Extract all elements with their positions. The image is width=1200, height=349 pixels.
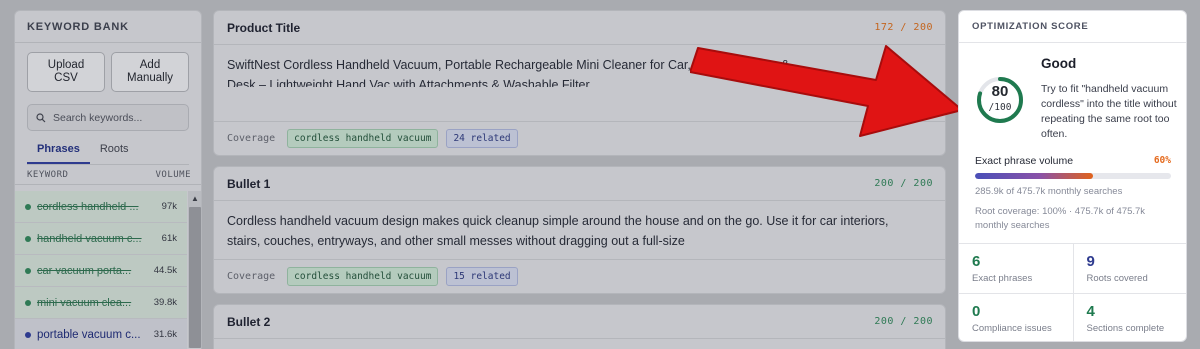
status-dot [25, 267, 31, 274]
stat-label: Compliance issues [972, 322, 1052, 334]
keyword-list: cordless handheld ... 97k handheld vacuu… [15, 191, 187, 349]
coverage-label: Coverage [227, 271, 276, 282]
stat-roots-covered: 9 Roots covered [1073, 244, 1186, 294]
scroll-thumb[interactable] [189, 207, 201, 348]
column-volume: VOLUME [155, 169, 191, 180]
stat-value: 9 [1086, 253, 1095, 270]
character-count: 200 / 200 [874, 316, 933, 327]
section-card-bullet-2: Bullet 2 200 / 200 [213, 304, 946, 349]
keyword-table-header: KEYWORD VOLUME [15, 165, 201, 185]
exact-phrase-row: Exact phrase volume 60% [975, 155, 1171, 167]
exact-phrase-bar [975, 173, 1171, 179]
keyword-text: portable vacuum c... [37, 328, 141, 341]
score-stats-grid: 6 Exact phrases 9 Roots covered 0 Compli… [959, 243, 1187, 342]
coverage-row: Coverage cordless handheld vacuum 15 rel… [214, 259, 945, 293]
keyword-search-input[interactable] [53, 111, 183, 124]
red-arrow-annotation [690, 45, 963, 137]
score-max: /100 [988, 102, 1012, 113]
keyword-volume: 44.5k [153, 265, 177, 276]
search-icon [36, 112, 46, 122]
tab-roots[interactable]: Roots [90, 143, 139, 164]
tab-phrases[interactable]: Phrases [27, 143, 90, 164]
stat-value: 6 [972, 253, 981, 270]
stat-label: Roots covered [1086, 273, 1148, 284]
keyword-bank-actions: Upload CSV Add Manually [15, 43, 201, 102]
character-count: 200 / 200 [874, 178, 933, 189]
keyword-row[interactable]: portable vacuum c... 31.6k [15, 319, 187, 349]
status-dot [25, 331, 31, 338]
coverage-keyword-chip[interactable]: cordless handheld vacuum [287, 267, 439, 286]
section-title: Bullet 1 [227, 176, 271, 191]
keyword-volume: 97k [161, 201, 177, 212]
keyword-text: handheld vacuum c... [37, 232, 142, 245]
score-grade: Good [1041, 56, 1077, 71]
keyword-text: car vacuum porta... [37, 264, 132, 277]
add-manually-label: Add Manually [126, 59, 174, 84]
keyword-text: cordless handheld ... [37, 200, 139, 213]
keyword-bank-title: KEYWORD BANK [15, 11, 201, 43]
column-keyword: KEYWORD [27, 169, 69, 180]
score-panel-title: OPTIMIZATION SCORE [959, 11, 1186, 43]
stat-value: 0 [972, 302, 981, 320]
exact-phrase-bar-fill [975, 173, 1093, 179]
related-count-chip[interactable]: 24 related [446, 129, 518, 148]
upload-csv-label: Upload CSV [47, 59, 85, 84]
add-manually-button[interactable]: Add Manually [111, 52, 189, 92]
stat-compliance-issues: 0 Compliance issues [959, 293, 1074, 341]
coverage-keyword-chip[interactable]: cordless handheld vacuum [287, 129, 439, 148]
status-dot [25, 203, 31, 210]
stat-value: 4 [1086, 302, 1095, 320]
keyword-search-box [27, 104, 189, 131]
keyword-row[interactable]: mini vacuum clea... 39.8k [15, 287, 187, 319]
section-title: Product Title [227, 20, 301, 35]
section-header: Bullet 2 200 / 200 [214, 305, 945, 339]
keyword-list-scrollbar[interactable]: ▲ [188, 191, 201, 348]
scroll-up-icon[interactable]: ▲ [188, 191, 201, 205]
keyword-row[interactable]: cordless handheld ... 97k [15, 191, 187, 223]
status-dot [25, 299, 31, 306]
keyword-volume: 31.6k [153, 329, 177, 340]
section-title: Bullet 2 [227, 314, 271, 329]
score-tip: Try to fit "handheld vacuum cordless" in… [1041, 83, 1177, 140]
section-card-bullet-1: Bullet 1 200 / 200 Cordless handheld vac… [213, 166, 946, 294]
exact-phrase-percent: 60% [1153, 155, 1171, 166]
stat-label: Sections complete [1086, 322, 1165, 334]
section-header: Bullet 1 200 / 200 [214, 167, 945, 201]
keyword-row[interactable]: car vacuum porta... 44.5k [15, 255, 187, 287]
related-count-chip[interactable]: 15 related [446, 267, 518, 286]
score-value: 80 [991, 83, 1009, 100]
coverage-label: Coverage [227, 133, 276, 144]
stat-sections-complete: 4 Sections complete [1074, 294, 1187, 342]
status-dot [25, 235, 31, 242]
stat-label: Exact phrases [972, 273, 1033, 284]
keyword-volume: 39.8k [153, 297, 177, 308]
optimization-score-panel: OPTIMIZATION SCORE Good 80 /100 Try to f… [958, 10, 1187, 342]
root-coverage-text: Root coverage: 100% · 475.7k of 475.7k m… [975, 206, 1146, 231]
stat-exact-phrases: 6 Exact phrases [959, 244, 1074, 294]
keyword-tabs: Phrases Roots [27, 143, 189, 165]
exact-phrase-label: Exact phrase volume [975, 155, 1074, 167]
upload-csv-button[interactable]: Upload CSV [27, 52, 105, 92]
section-text[interactable]: Cordless handheld vacuum design makes qu… [214, 201, 914, 251]
monthly-searches-text: 285.9k of 475.7k monthly searches [975, 186, 1123, 197]
keyword-bank-panel: KEYWORD BANK Upload CSV Add Manually Phr… [14, 10, 202, 349]
keyword-row[interactable]: handheld vacuum c... 61k [15, 223, 187, 255]
keyword-volume: 61k [161, 233, 177, 244]
keyword-text: mini vacuum clea... [37, 296, 132, 309]
